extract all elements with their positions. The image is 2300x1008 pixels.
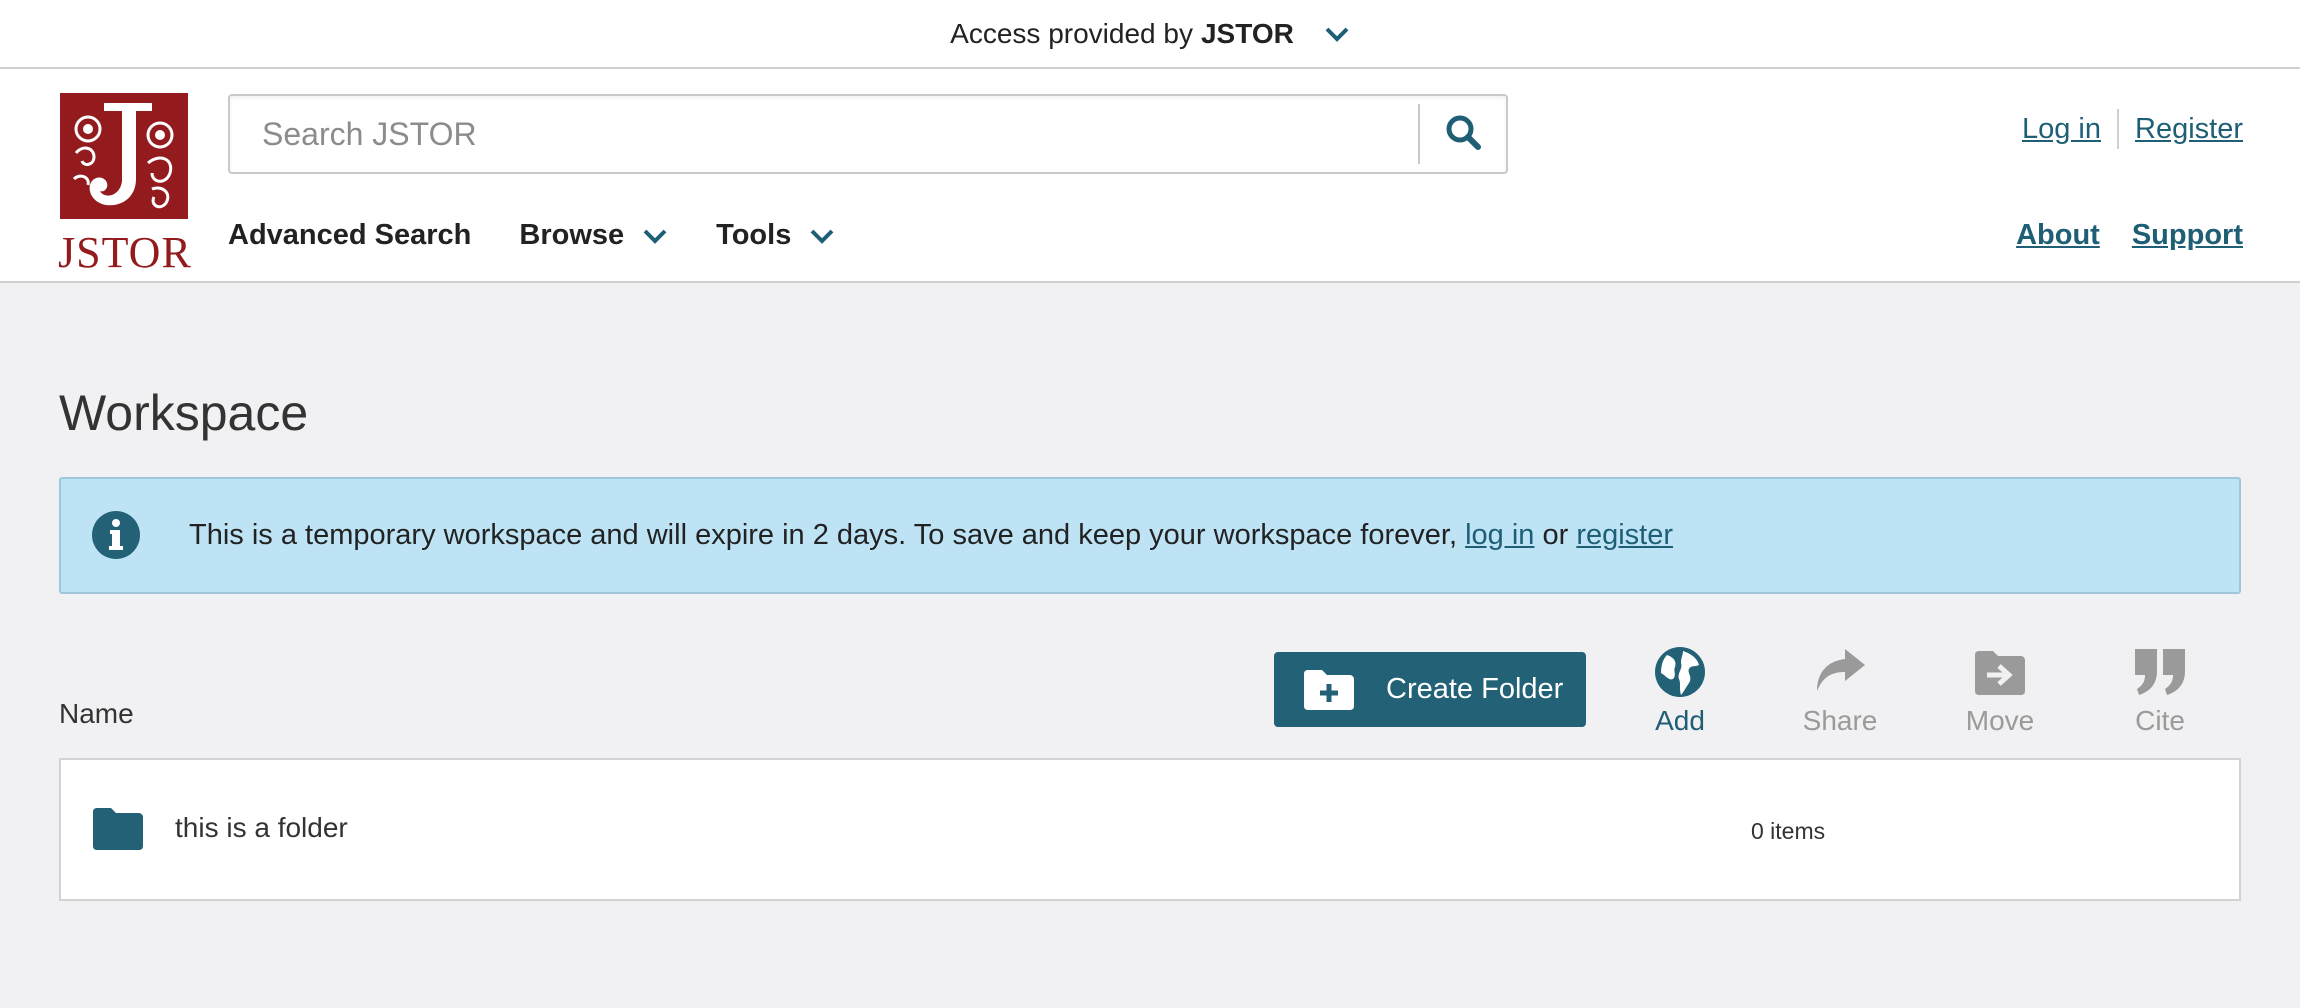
folder-plus-icon: [1302, 668, 1356, 712]
nav-browse[interactable]: Browse: [519, 219, 668, 252]
access-prefix: Access provided by: [950, 17, 1193, 49]
list-item[interactable]: this is a folder 0 items: [61, 760, 2239, 899]
folder-item-count: 0 items: [1751, 818, 1826, 844]
nav-tools-label: Tools: [716, 219, 792, 251]
add-label: Add: [1655, 705, 1705, 736]
main-nav: Advanced Search Browse Tools: [228, 219, 883, 252]
jstor-logo[interactable]: JSTOR: [58, 93, 192, 278]
support-link[interactable]: Support: [2132, 219, 2243, 252]
page-title: Workspace: [59, 385, 309, 441]
create-folder-label: Create Folder: [1386, 673, 1564, 705]
alert-text: This is a temporary workspace and will e…: [189, 519, 1458, 551]
info-icon: [91, 510, 141, 560]
auth-divider: [2117, 109, 2119, 149]
auth-links: Log in Register: [2022, 109, 2243, 149]
cite-button[interactable]: Cite: [2100, 645, 2220, 745]
share-icon: [1813, 645, 1867, 699]
folder-list: this is a folder 0 items: [59, 758, 2241, 901]
move-icon: [1973, 645, 2027, 699]
cite-label: Cite: [2135, 705, 2185, 736]
access-bar[interactable]: Access provided by JSTOR: [0, 0, 2300, 69]
name-column-header[interactable]: Name: [59, 698, 134, 730]
nav-advanced-search-label: Advanced Search: [228, 219, 472, 251]
alert-register-link[interactable]: register: [1576, 519, 1673, 551]
chevron-down-icon: [642, 223, 668, 249]
share-button[interactable]: Share: [1780, 645, 1900, 745]
jstor-logo-wordmark: JSTOR: [58, 228, 192, 277]
alert-login-link[interactable]: log in: [1465, 519, 1534, 551]
site-header: JSTOR Log in Register Advanced Search Br…: [0, 69, 2300, 283]
chevron-down-icon: [809, 223, 835, 249]
alert-message: This is a temporary workspace and will e…: [189, 519, 1673, 552]
folder-name[interactable]: this is a folder: [175, 812, 348, 844]
alert-or: or: [1542, 519, 1569, 551]
create-folder-button[interactable]: Create Folder: [1274, 652, 1586, 727]
share-label: Share: [1802, 705, 1878, 736]
temporary-workspace-alert: This is a temporary workspace and will e…: [59, 477, 2241, 594]
secondary-nav: About Support: [1984, 219, 2243, 252]
search-button[interactable]: [1418, 104, 1506, 164]
quote-icon: [2133, 645, 2187, 699]
nav-tools[interactable]: Tools: [716, 219, 835, 252]
folder-icon: [91, 806, 145, 852]
register-link[interactable]: Register: [2135, 113, 2243, 146]
about-link[interactable]: About: [2016, 219, 2100, 252]
login-link[interactable]: Log in: [2022, 113, 2101, 146]
move-label: Move: [1965, 705, 2035, 736]
jstor-logo-mark-icon: [60, 93, 188, 219]
chevron-down-icon[interactable]: [1324, 21, 1350, 47]
nav-advanced-search[interactable]: Advanced Search: [228, 219, 471, 252]
move-button[interactable]: Move: [1940, 645, 2060, 745]
add-button[interactable]: Add: [1620, 645, 1740, 745]
nav-browse-label: Browse: [519, 219, 625, 251]
search-box: [228, 94, 1508, 174]
search-input[interactable]: [230, 96, 1418, 172]
globe-icon: [1653, 645, 1707, 699]
search-icon: [1443, 112, 1483, 157]
access-org: JSTOR: [1200, 17, 1294, 49]
